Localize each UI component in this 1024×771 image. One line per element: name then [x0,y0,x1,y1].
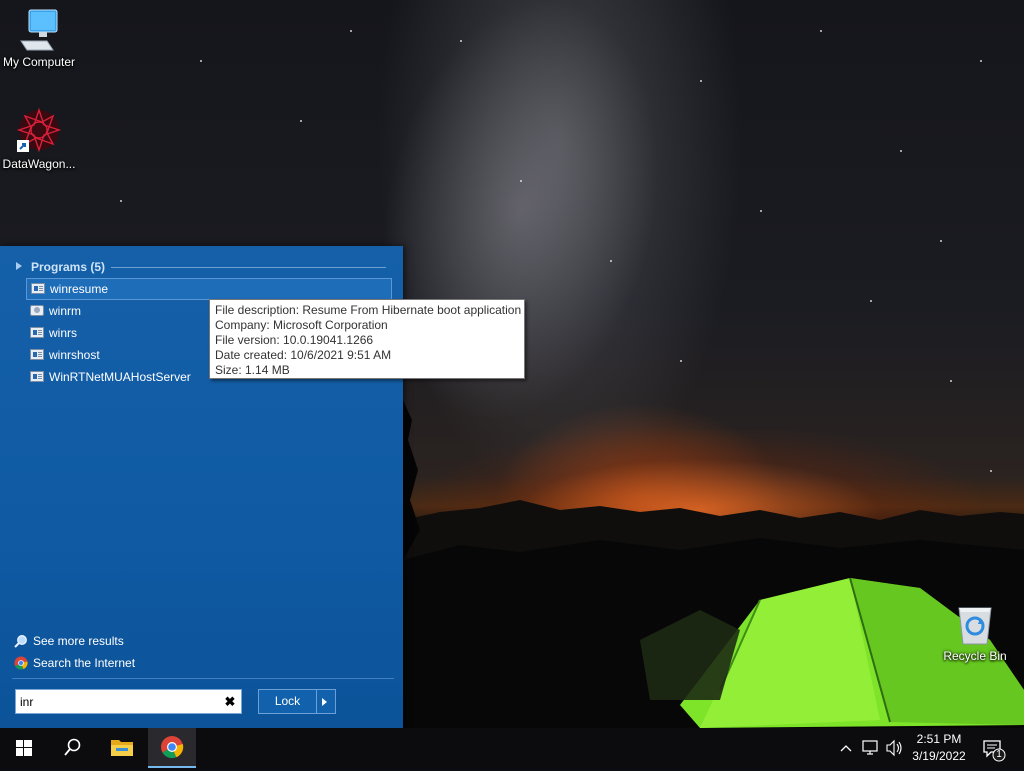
file-info-tooltip: File description: Resume From Hibernate … [209,299,525,379]
see-more-results-label: See more results [33,634,124,648]
tooltip-file-version: File version: 10.0.19041.1266 [215,333,374,347]
system-tray [836,728,906,768]
script-file-icon [30,305,44,316]
search-the-internet-link[interactable]: Search the Internet [14,654,135,672]
clock-time: 2:51 PM [916,732,962,746]
network-icon [862,740,878,755]
taskbar: 2:51 PM 3/19/2022 1 [0,728,1024,768]
datawagon-shortcut-icon [16,107,62,153]
tray-icons [840,739,902,757]
taskbar-file-explorer[interactable] [98,728,146,768]
tooltip-file-description: File description: Resume From Hibernate … [215,303,522,317]
chrome-icon [14,656,28,670]
computer-icon [20,9,58,51]
magnifier-icon [14,635,27,648]
lock-button[interactable]: Lock [259,690,316,713]
header-divider [111,267,386,268]
tooltip-company: Company: Microsoft Corporation [215,318,388,332]
taskbar-chrome[interactable] [148,728,196,768]
desktop-icon-recycle-bin[interactable]: Recycle Bin [935,602,1015,663]
recycle-bin-icon [958,607,992,645]
application-icon [30,327,44,338]
expand-arrow-icon [16,262,22,270]
bottom-divider [12,678,394,679]
action-center-button[interactable]: 1 [980,736,1006,762]
taskbar-clock[interactable]: 2:51 PM 3/19/2022 [905,731,973,765]
program-label: WinRTNetMUAHostServer [49,370,191,384]
show-hidden-icons-icon [840,745,852,752]
application-icon [30,349,44,360]
split-divider [316,690,317,713]
clear-search-icon[interactable]: ✖ [223,694,237,709]
clock-date: 3/19/2022 [912,749,966,763]
program-label: winrs [49,326,78,340]
programs-header-label: Programs (5) [31,260,106,274]
program-label: winrm [49,304,81,318]
chrome-icon [161,736,184,759]
start-search-input[interactable] [20,693,215,710]
programs-group-header[interactable]: Programs (5) [16,260,386,276]
search-icon [64,738,81,756]
tooltip-date-created: Date created: 10/6/2021 9:51 AM [215,348,392,362]
desktop-icon-label: My Computer [2,55,76,69]
program-label: winrshost [49,348,100,362]
volume-icon [886,739,902,757]
program-item-winresume[interactable]: winresume [26,278,392,300]
start-search-box[interactable]: ✖ [15,689,242,714]
desktop-icon-datawagon[interactable]: DataWagon... [0,106,79,171]
application-icon [31,283,45,294]
windows-start-icon [16,740,32,756]
power-options-arrow-icon[interactable] [322,698,327,706]
desktop-icon-label: Recycle Bin [943,649,1007,663]
see-more-results-link[interactable]: See more results [14,632,124,650]
file-explorer-icon [111,740,133,756]
desktop-icon-label: DataWagon... [2,157,76,171]
start-button[interactable] [0,728,48,768]
lock-split-button: Lock [258,689,336,714]
taskbar-search-button[interactable] [48,728,96,768]
notification-count: 1 [996,749,1002,760]
search-the-internet-label: Search the Internet [33,656,136,670]
program-label: winresume [50,282,109,296]
application-icon [30,371,44,382]
desktop-icon-my-computer[interactable]: My Computer [0,8,79,69]
tooltip-size: Size: 1.14 MB [215,363,290,377]
